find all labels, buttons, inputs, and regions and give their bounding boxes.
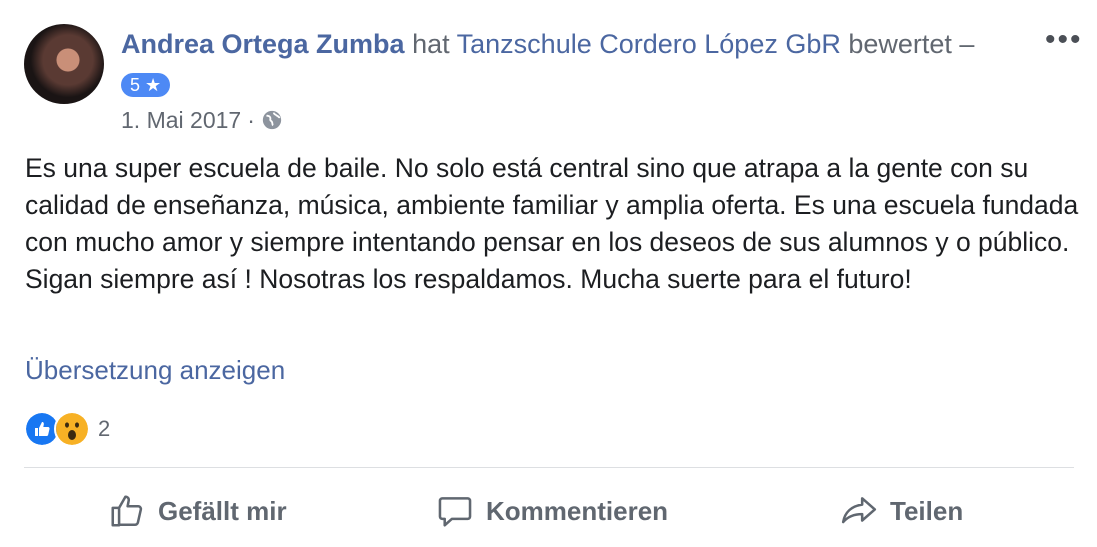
more-options-button[interactable]: ••• — [1045, 25, 1083, 55]
share-button[interactable]: Teilen — [840, 488, 963, 534]
globe-icon[interactable] — [261, 109, 283, 131]
thumbs-up-icon — [111, 495, 143, 527]
rated-verb: hat — [412, 29, 450, 59]
author-name-link[interactable]: Andrea Ortega Zumba — [121, 29, 405, 59]
show-translation-link[interactable]: Übersetzung anzeigen — [25, 353, 285, 387]
comment-button[interactable]: Kommentieren — [436, 488, 668, 534]
share-label: Teilen — [890, 495, 964, 526]
reaction-count: 2 — [98, 416, 111, 441]
comment-label: Kommentieren — [486, 495, 669, 526]
share-arrow-icon — [841, 497, 877, 524]
wow-icon — [54, 411, 90, 447]
actions-divider — [24, 467, 1074, 468]
meta-separator: · — [247, 107, 255, 133]
rating-badge: 5 ★ — [121, 73, 171, 97]
reactions-summary[interactable]: 2 — [24, 411, 110, 447]
post-header: Andrea Ortega Zumba hat Tanzschule Corde… — [121, 26, 974, 62]
post-meta: 1. Mai 2017 · — [121, 105, 283, 135]
comment-icon — [438, 497, 472, 527]
post-date-link[interactable]: 1. Mai 2017 — [121, 105, 241, 135]
like-button[interactable]: Gefällt mir — [108, 488, 287, 534]
rated-verb-end: bewertet – — [848, 29, 975, 59]
review-text: Es una super escuela de baile. No solo e… — [25, 153, 1079, 294]
author-avatar[interactable] — [24, 24, 104, 104]
page-name-link[interactable]: Tanzschule Cordero López GbR — [457, 29, 841, 59]
like-label: Gefällt mir — [158, 495, 287, 526]
